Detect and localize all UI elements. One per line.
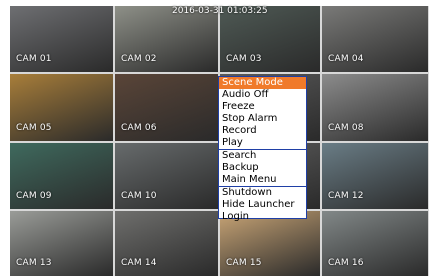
camera-label: CAM 14 <box>121 258 157 268</box>
camera-tile-12[interactable]: CAM 12 <box>322 143 428 209</box>
menu-item-hide-launcher[interactable]: Hide Launcher <box>219 199 306 211</box>
menu-item-record[interactable]: Record <box>219 125 306 137</box>
camera-label: CAM 03 <box>226 54 262 64</box>
context-menu: Scene Mode Audio Off Freeze Stop Alarm R… <box>218 76 307 222</box>
camera-label: CAM 16 <box>328 258 364 268</box>
camera-label: CAM 15 <box>226 258 262 268</box>
camera-tile-14[interactable]: CAM 14 <box>115 211 218 276</box>
camera-label: CAM 09 <box>16 191 52 201</box>
camera-label: CAM 01 <box>16 54 52 64</box>
camera-tile-8[interactable]: CAM 08 <box>322 74 428 141</box>
menu-item-scene-mode[interactable]: Scene Mode <box>219 77 306 89</box>
menu-item-play[interactable]: Play <box>219 137 306 149</box>
camera-label: CAM 05 <box>16 123 52 133</box>
menu-item-login[interactable]: Login <box>219 211 306 223</box>
menu-item-main-menu[interactable]: Main Menu <box>219 174 306 186</box>
menu-item-audio-off[interactable]: Audio Off <box>219 89 306 101</box>
menu-item-backup[interactable]: Backup <box>219 162 306 174</box>
menu-item-stop-alarm[interactable]: Stop Alarm <box>219 113 306 125</box>
camera-label: CAM 04 <box>328 54 364 64</box>
camera-label: CAM 10 <box>121 191 157 201</box>
camera-tile-16[interactable]: CAM 16 <box>322 211 428 276</box>
camera-tile-6[interactable]: CAM 06 <box>115 74 218 141</box>
menu-item-shutdown[interactable]: Shutdown <box>219 187 306 199</box>
camera-label: CAM 13 <box>16 258 52 268</box>
timestamp-overlay: 2016-03-31 01:03:25 <box>172 6 268 16</box>
camera-tile-10[interactable]: CAM 10 <box>115 143 218 209</box>
camera-label: CAM 08 <box>328 123 364 133</box>
camera-tile-5[interactable]: CAM 05 <box>10 74 113 141</box>
camera-tile-4[interactable]: CAM 04 <box>322 6 428 72</box>
camera-label: CAM 06 <box>121 123 157 133</box>
camera-tile-13[interactable]: CAM 13 <box>10 211 113 276</box>
menu-item-freeze[interactable]: Freeze <box>219 101 306 113</box>
camera-label: CAM 02 <box>121 54 157 64</box>
camera-tile-1[interactable]: CAM 01 <box>10 6 113 72</box>
camera-label: CAM 12 <box>328 191 364 201</box>
camera-tile-9[interactable]: CAM 09 <box>10 143 113 209</box>
menu-item-search[interactable]: Search <box>219 150 306 162</box>
